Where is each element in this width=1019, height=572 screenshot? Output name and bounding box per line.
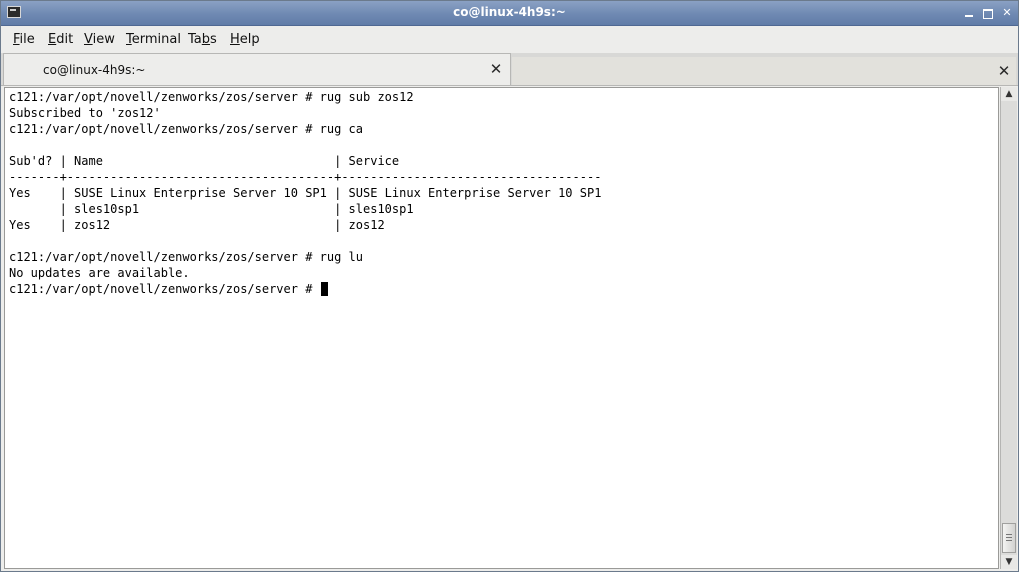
vertical-scrollbar[interactable]: ▲ ▼ [1000,87,1017,569]
close-icon: ✕ [1002,6,1012,19]
window-title: co@linux-4h9s:~ [453,5,566,19]
tab-label: co@linux-4h9s:~ [43,63,146,77]
close-window-button[interactable]: ✕ [1000,6,1014,20]
text-cursor [320,282,328,296]
terminal-line: Sub'd? | Name | Service [9,154,400,168]
terminal-line: Yes | zos12 | zos12 [9,218,385,232]
menu-tabs[interactable]: Tabs [188,32,217,47]
scroll-up-icon[interactable]: ▲ [1001,87,1017,101]
terminal-line: c121:/var/opt/novell/zenworks/zos/server… [9,281,601,297]
maximize-icon [983,9,993,19]
maximize-button[interactable] [981,6,995,20]
close-tab-icon[interactable]: ✕ [997,64,1011,79]
menu-bar: File Edit View Terminal Tabs Help [1,26,1018,52]
tab-terminal-inactive[interactable]: ✕ [512,57,1016,85]
scrollbar-thumb[interactable] [1002,523,1016,553]
close-tab-icon[interactable]: ✕ [489,62,503,77]
tab-terminal-active[interactable]: co@linux-4h9s:~ ✕ [3,53,511,85]
minimize-button[interactable] [962,6,976,20]
terminal-line: Yes | SUSE Linux Enterprise Server 10 SP… [9,186,602,200]
terminal-line: c121:/var/opt/novell/zenworks/zos/server… [9,250,364,264]
menu-view[interactable]: View [84,32,115,47]
terminal-line: No updates are available. [9,266,190,280]
minimize-icon [965,15,973,17]
menu-help[interactable]: Help [230,32,260,47]
terminal-line: Subscribed to 'zos12' [9,106,161,120]
tab-strip: co@linux-4h9s:~ ✕ ✕ [1,53,1018,86]
terminal-output[interactable]: c121:/var/opt/novell/zenworks/zos/server… [4,87,999,569]
terminal-window: co@linux-4h9s:~ ✕ File Edit View Termina… [0,0,1019,572]
menu-edit[interactable]: Edit [48,32,73,47]
terminal-line: | sles10sp1 | sles10sp1 [9,202,414,216]
title-bar[interactable]: co@linux-4h9s:~ ✕ [1,1,1018,26]
menu-file[interactable]: File [13,32,35,47]
terminal-line: -------+--------------------------------… [9,170,602,184]
terminal-text: c121:/var/opt/novell/zenworks/zos/server… [9,89,601,297]
terminal-line: c121:/var/opt/novell/zenworks/zos/server… [9,122,364,136]
scroll-down-icon[interactable]: ▼ [1001,555,1017,569]
menu-terminal[interactable]: Terminal [126,32,181,47]
terminal-line: c121:/var/opt/novell/zenworks/zos/server… [9,90,414,104]
